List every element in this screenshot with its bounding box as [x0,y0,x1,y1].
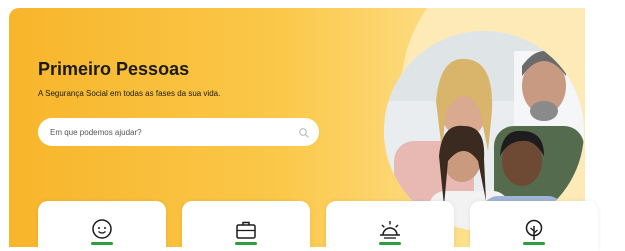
category-card-nature[interactable] [470,201,598,251]
sunset-icon [377,218,403,246]
search-input[interactable] [38,118,319,146]
tree-icon [521,218,547,246]
category-card-work[interactable] [182,201,310,251]
page-title: Primeiro Pessoas [38,59,190,79]
category-card-baby[interactable] [38,201,166,251]
category-card-retirement[interactable] [326,201,454,251]
page-subtitle: A Segurança Social em todas as fases da … [38,89,221,98]
briefcase-icon [233,218,259,246]
search-icon[interactable] [298,126,310,138]
baby-face-icon [89,218,115,246]
